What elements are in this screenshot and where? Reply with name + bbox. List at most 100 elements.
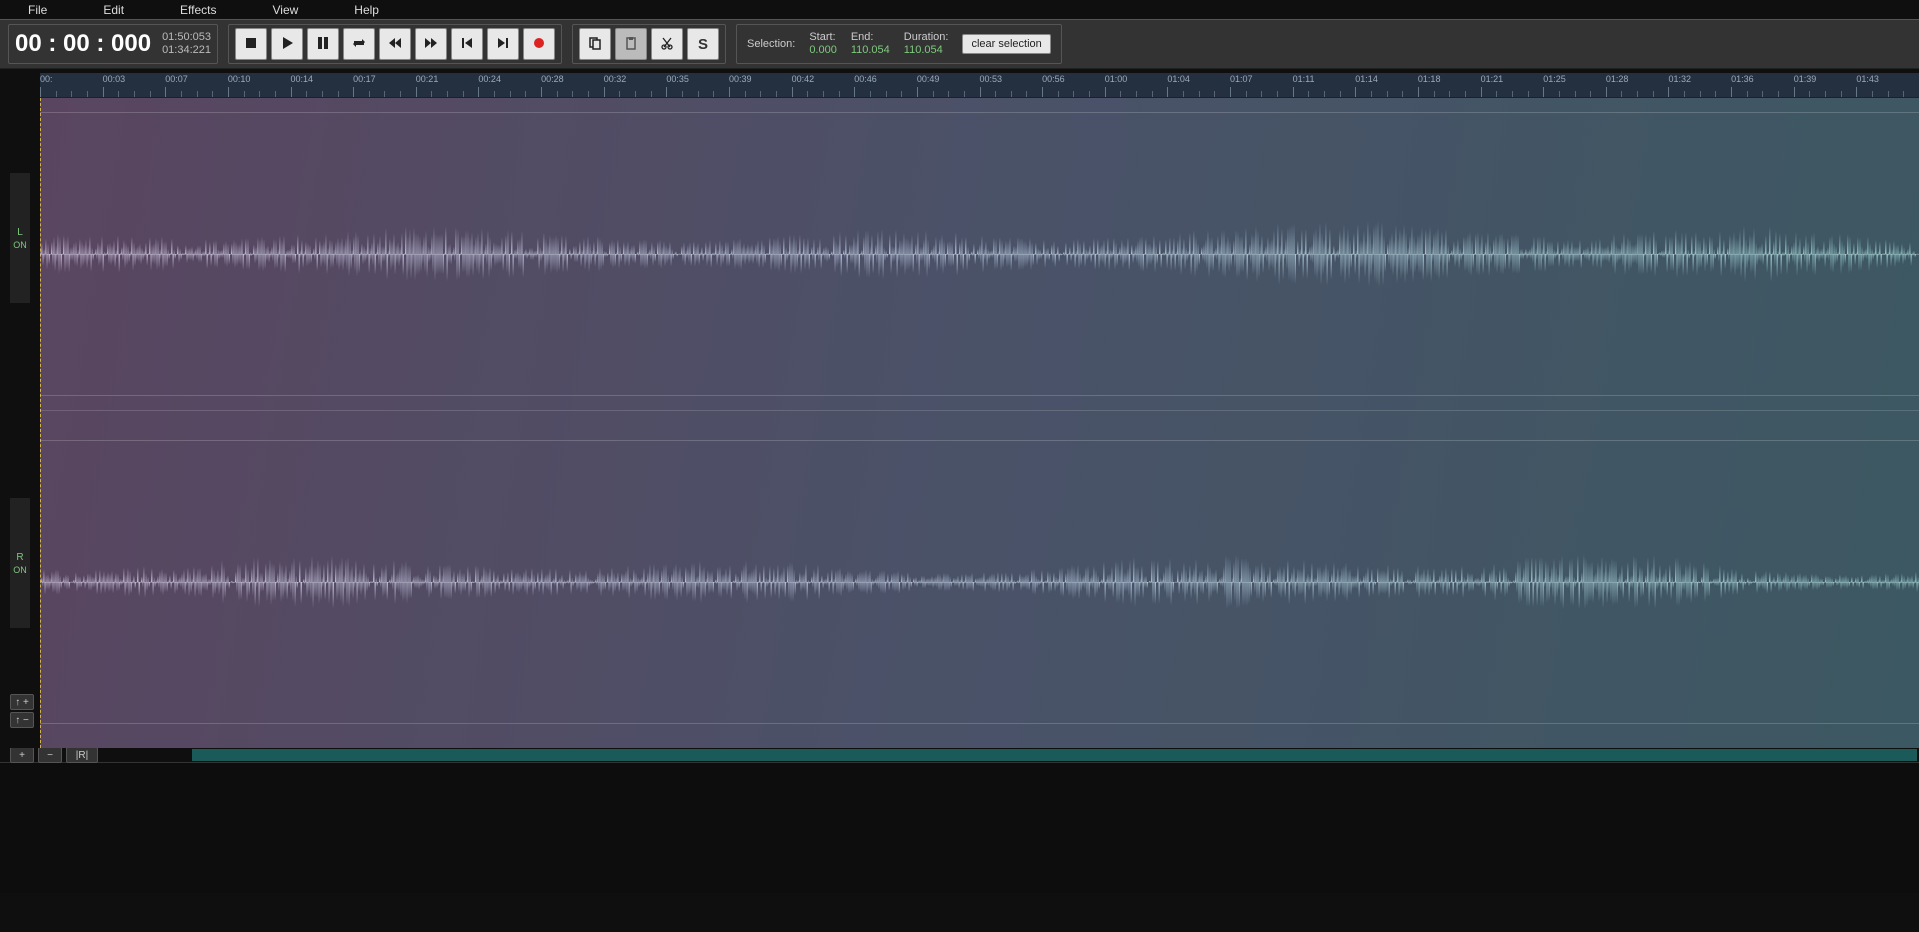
ruler-tick-line (666, 87, 667, 97)
ruler-tick-line (1731, 87, 1732, 97)
scissors-icon (660, 36, 674, 53)
channel-right-name: R (16, 552, 23, 563)
silence-label: S (698, 36, 708, 53)
ruler-tick-line (729, 87, 730, 97)
ruler-tick-label: 00:14 (291, 74, 314, 84)
ruler-tick-label: 01:18 (1418, 74, 1441, 84)
scroll-thumb[interactable] (192, 749, 1917, 761)
ruler-tick-line (165, 87, 166, 97)
selection-panel: Selection: Start: 0.000 End: 110.054 Dur… (736, 24, 1062, 64)
ruler-tick-line (980, 87, 981, 97)
ruler-tick-label: 00:07 (165, 74, 188, 84)
ruler-tick-line (1668, 87, 1669, 97)
ruler-tick-label: 01:14 (1355, 74, 1378, 84)
waveform-right (40, 537, 1919, 627)
ruler-tick-label: 00:03 (103, 74, 126, 84)
ruler-tick-line (604, 87, 605, 97)
ruler-tick-line (917, 87, 918, 97)
menu-effects[interactable]: Effects (152, 3, 244, 17)
record-button[interactable] (523, 28, 555, 60)
vzoom-controls-2: ↑ − (10, 712, 34, 728)
paste-icon (624, 36, 638, 53)
ruler-tick-line (1105, 87, 1106, 97)
lane-left[interactable] (40, 112, 1919, 396)
ruler-tick-label: 01:28 (1606, 74, 1629, 84)
menu-bar: File Edit Effects View Help (0, 0, 1919, 19)
selection-start-val: 0.000 (809, 44, 837, 57)
waveform-area: L ON R ON ↑ + ↑ − (0, 98, 1919, 748)
ruler-tick-line (1042, 87, 1043, 97)
ruler-tick-line (1418, 87, 1419, 97)
silence-button[interactable]: S (687, 28, 719, 60)
ruler-tick-label: 00:24 (478, 74, 501, 84)
ruler-tick-label: 01:36 (1731, 74, 1754, 84)
ruler-tick-label: 00:28 (541, 74, 564, 84)
ruler-tick-line (40, 87, 41, 97)
menu-file[interactable]: File (20, 3, 75, 17)
cut-button[interactable] (651, 28, 683, 60)
stop-button[interactable] (235, 28, 267, 60)
ruler-tick-label: 01:25 (1543, 74, 1566, 84)
forward-icon (424, 36, 438, 53)
zoom-range-button[interactable]: |R| (66, 747, 98, 763)
copy-button[interactable] (579, 28, 611, 60)
ruler-tick-label: 01:32 (1668, 74, 1691, 84)
ruler-tick-label: 00:32 (604, 74, 627, 84)
lane-right[interactable] (40, 440, 1919, 724)
stop-icon (244, 36, 258, 53)
time-total: 01:50:053 (162, 31, 211, 44)
ruler-tick-label: 00:39 (729, 74, 752, 84)
ruler-tick-line (1481, 87, 1482, 97)
vertical-zoom-in-button[interactable]: ↑ + (10, 694, 34, 710)
forward-button[interactable] (415, 28, 447, 60)
selection-start: Start: 0.000 (809, 31, 837, 57)
zoom-in-button[interactable]: + (10, 747, 34, 763)
channel-left-state: ON (13, 240, 27, 250)
pause-icon (316, 36, 330, 53)
channel-left-name: L (17, 227, 23, 238)
menu-view[interactable]: View (245, 3, 327, 17)
tracks-canvas[interactable] (40, 98, 1919, 748)
ruler-tick-label: 00:17 (353, 74, 376, 84)
vertical-zoom-out-button[interactable]: ↑ − (10, 712, 34, 728)
ruler-tick-label: 00:46 (854, 74, 877, 84)
playhead-time: 00 : 00 : 000 (15, 30, 151, 58)
ruler-tick-line (1543, 87, 1544, 97)
time-ruler[interactable]: 00:00:0300:0700:1000:1400:1700:2100:2400… (40, 73, 1919, 98)
selection-end-key: End: (851, 31, 874, 44)
paste-button[interactable] (615, 28, 647, 60)
ruler-tick-line (416, 87, 417, 97)
menu-edit[interactable]: Edit (75, 3, 152, 17)
channel-right-label[interactable]: R ON (10, 498, 30, 628)
channel-right-state: ON (13, 565, 27, 575)
menu-help[interactable]: Help (326, 3, 407, 17)
copy-icon (588, 36, 602, 53)
lane-divider (40, 410, 1919, 411)
ruler-tick-line (1293, 87, 1294, 97)
ruler-tick-line (792, 87, 793, 97)
toolbar: 00 : 00 : 000 01:50:053 01:34:221 (0, 19, 1919, 69)
ruler-tick-label: 01:07 (1230, 74, 1253, 84)
ruler-tick-line (103, 87, 104, 97)
play-button[interactable] (271, 28, 303, 60)
ruler-tick-line (1230, 87, 1231, 97)
selection-label: Selection: (747, 38, 795, 50)
channel-left-label[interactable]: L ON (10, 173, 30, 303)
zoom-out-button[interactable]: − (38, 747, 62, 763)
clear-selection-button[interactable]: clear selection (962, 34, 1050, 54)
rewind-button[interactable] (379, 28, 411, 60)
ruler-tick-label: 00:10 (228, 74, 251, 84)
loop-button[interactable] (343, 28, 375, 60)
rewind-icon (388, 36, 402, 53)
empty-area (0, 777, 1919, 893)
ruler-tick-label: 00: (40, 74, 53, 84)
ruler-tick-label: 00:53 (980, 74, 1003, 84)
skip-end-button[interactable] (487, 28, 519, 60)
time-display-panel: 00 : 00 : 000 01:50:053 01:34:221 (8, 24, 218, 64)
status-bar (0, 762, 1919, 777)
ruler-tick-line (1355, 87, 1356, 97)
time-remain: 01:34:221 (162, 44, 211, 57)
play-icon (280, 36, 294, 53)
skip-start-button[interactable] (451, 28, 483, 60)
pause-button[interactable] (307, 28, 339, 60)
